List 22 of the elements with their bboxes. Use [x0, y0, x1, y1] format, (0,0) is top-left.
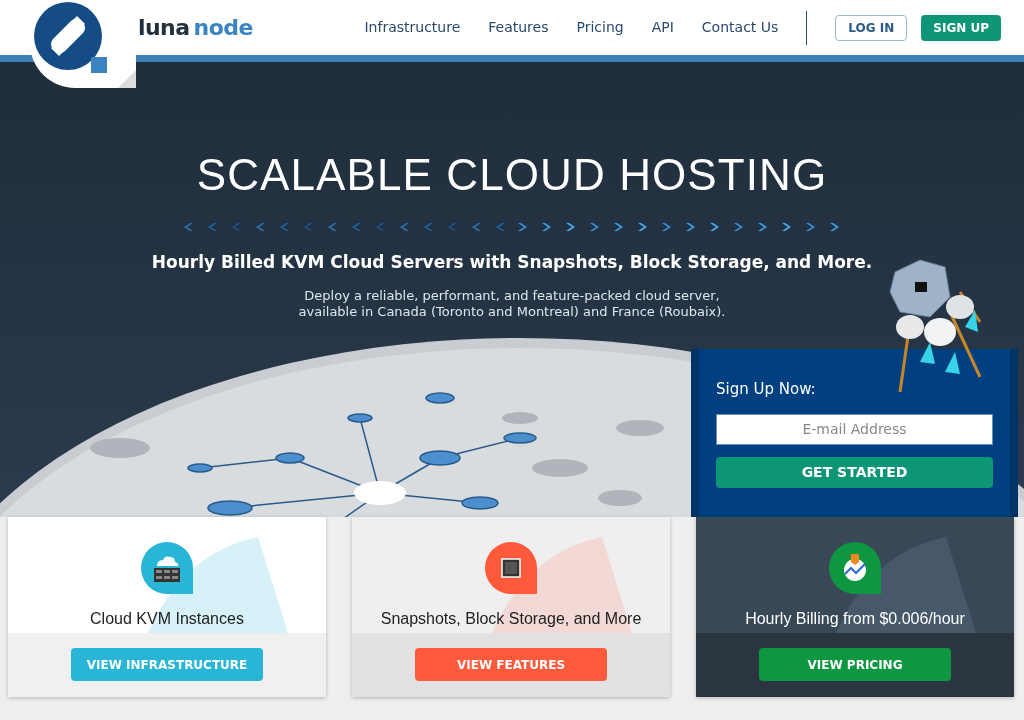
hero-description: available in Canada (Toronto and Montreal) and France (Roubaix). — [298, 303, 726, 320]
feature-title: Hourly Billing from $0.006/hour — [745, 609, 965, 629]
header-stripe — [0, 55, 30, 62]
nav-link[interactable]: Infrastructure — [364, 17, 461, 38]
hero-subtitle: Hourly Billed KVM Cloud Servers with Snapshots, Block Storage, and More. — [151, 251, 873, 274]
signup-button[interactable]: SIGN UP — [921, 14, 1001, 41]
hero-title: SCALABLE CLOUD HOSTING — [196, 149, 828, 201]
logo-drawing[interactable] — [30, 0, 136, 88]
hero-description: Deploy a reliable, performant, and feature-packed cloud server, — [304, 287, 720, 304]
nav-link[interactable]: Contact Us — [701, 17, 779, 38]
nav-link[interactable]: API — [651, 17, 674, 38]
get-started-button[interactable]: GET STARTED — [716, 456, 993, 488]
login-button[interactable]: LOG IN — [835, 14, 908, 41]
feature-title: Snapshots, Block Storage, and More — [380, 609, 642, 629]
card-button[interactable]: VIEW PRICING — [759, 648, 951, 681]
nav-link[interactable]: Pricing — [576, 17, 624, 38]
feature-title: Cloud KVM Instances — [90, 609, 244, 629]
nav-link[interactable]: Features — [488, 17, 549, 38]
signup-label: Sign Up Now: — [716, 379, 817, 400]
logo-text: node — [193, 14, 253, 42]
email-field[interactable]: E-mail Address — [716, 413, 993, 445]
logo-text: luna — [138, 14, 190, 42]
